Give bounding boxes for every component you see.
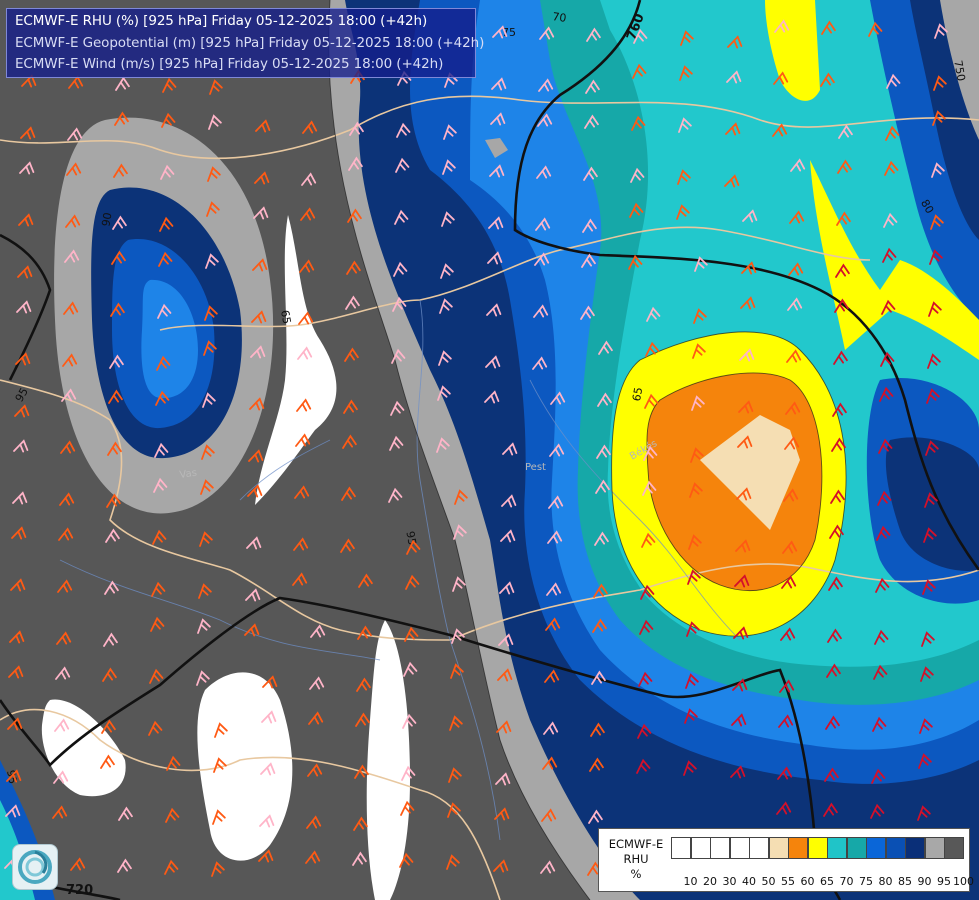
title-wind: ECMWF-E Wind (m/s) [925 hPa] Friday 05-1… [15, 56, 444, 72]
legend-swatch [729, 837, 750, 859]
legend-swatch [846, 837, 867, 859]
title-rhu: ECMWF-E RHU (%) [925 hPa] Friday 05-12-2… [15, 13, 428, 29]
legend-swatch [690, 837, 711, 859]
legend-swatch [788, 837, 808, 859]
legend-swatch [749, 837, 769, 859]
legend-swatch [827, 837, 847, 859]
legend-swatch [905, 837, 925, 859]
ogimet-logo-icon [12, 844, 58, 890]
legend-variable: RHU [623, 852, 649, 866]
legend-swatch [944, 837, 964, 859]
legend-unit: % [630, 867, 642, 881]
legend-swatch [924, 837, 945, 859]
legend-title: ECMWF-E RHU % [603, 837, 669, 882]
contour-label-70: 70 [552, 10, 568, 25]
legend-swatch [866, 837, 886, 859]
title-geopotential: ECMWF-E Geopotential (m) [925 hPa] Frida… [15, 35, 485, 51]
legend-swatch [885, 837, 906, 859]
contour-label-90: 90 [99, 211, 114, 227]
rhu-map: 70 75 760 80 90 95 65 720 750 95 65 95 V… [0, 0, 979, 900]
legend-swatch [671, 837, 691, 859]
title-panel: ECMWF-E RHU (%) [925 hPa] Friday 05-12-2… [6, 8, 484, 78]
contour-label-720: 720 [66, 883, 93, 898]
legend-swatch [807, 837, 828, 859]
legend-model: ECMWF-E [608, 837, 664, 851]
contour-label-10: 65 [278, 309, 293, 325]
legend-swatch [768, 837, 789, 859]
legend-tick-label: 100 [953, 875, 974, 888]
contour-label-65: 65 [630, 386, 645, 402]
legend: ECMWF-E RHU % 10 20 30 40 50 55 60 65 70 75 80 85 90… [598, 828, 974, 892]
place-label-pest: Pest [525, 462, 546, 473]
legend-swatch [710, 837, 730, 859]
map-view: 70 75 760 80 90 95 65 720 750 95 65 95 V… [0, 0, 979, 900]
